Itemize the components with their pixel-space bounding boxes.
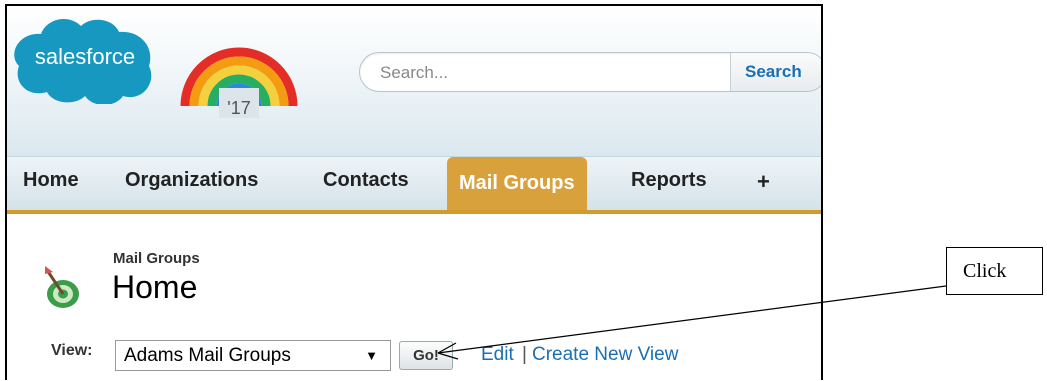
- tab-mail-groups[interactable]: Mail Groups: [447, 157, 587, 210]
- header: salesforce '17 Search: [7, 6, 821, 156]
- badge-year: '17: [227, 98, 250, 118]
- search-bar: Search: [359, 52, 821, 92]
- create-new-view-link[interactable]: Create New View: [532, 344, 678, 366]
- logo-text: salesforce: [35, 44, 135, 69]
- rainbow-badge-icon: '17: [180, 47, 298, 118]
- go-button[interactable]: Go!: [399, 341, 453, 370]
- view-select[interactable]: Adams Mail Groups ▼: [115, 340, 391, 371]
- app-window: salesforce '17 Search Home Organizations…: [5, 4, 823, 380]
- salesforce-logo[interactable]: salesforce: [11, 12, 159, 104]
- tab-organizations[interactable]: Organizations: [125, 169, 258, 192]
- view-select-value: Adams Mail Groups: [124, 345, 291, 366]
- search-input[interactable]: [378, 53, 722, 91]
- tab-bar: Home Organizations Contacts Mail Groups …: [7, 156, 821, 214]
- click-callout: Click: [946, 247, 1043, 295]
- tab-contacts[interactable]: Contacts: [323, 169, 409, 192]
- main-content: Mail Groups Home View: Adams Mail Groups…: [7, 214, 821, 380]
- tab-reports[interactable]: Reports: [631, 169, 707, 192]
- view-label: View:: [51, 342, 93, 359]
- page-title: Home: [112, 269, 198, 305]
- search-button[interactable]: Search: [730, 53, 821, 91]
- tab-home[interactable]: Home: [23, 169, 79, 192]
- page-subtitle: Mail Groups: [113, 250, 200, 267]
- target-icon: [45, 266, 79, 308]
- chevron-down-icon: ▼: [365, 348, 378, 363]
- add-tab-icon[interactable]: +: [757, 169, 770, 195]
- edit-view-link[interactable]: Edit: [481, 344, 514, 366]
- link-separator: |: [522, 344, 527, 365]
